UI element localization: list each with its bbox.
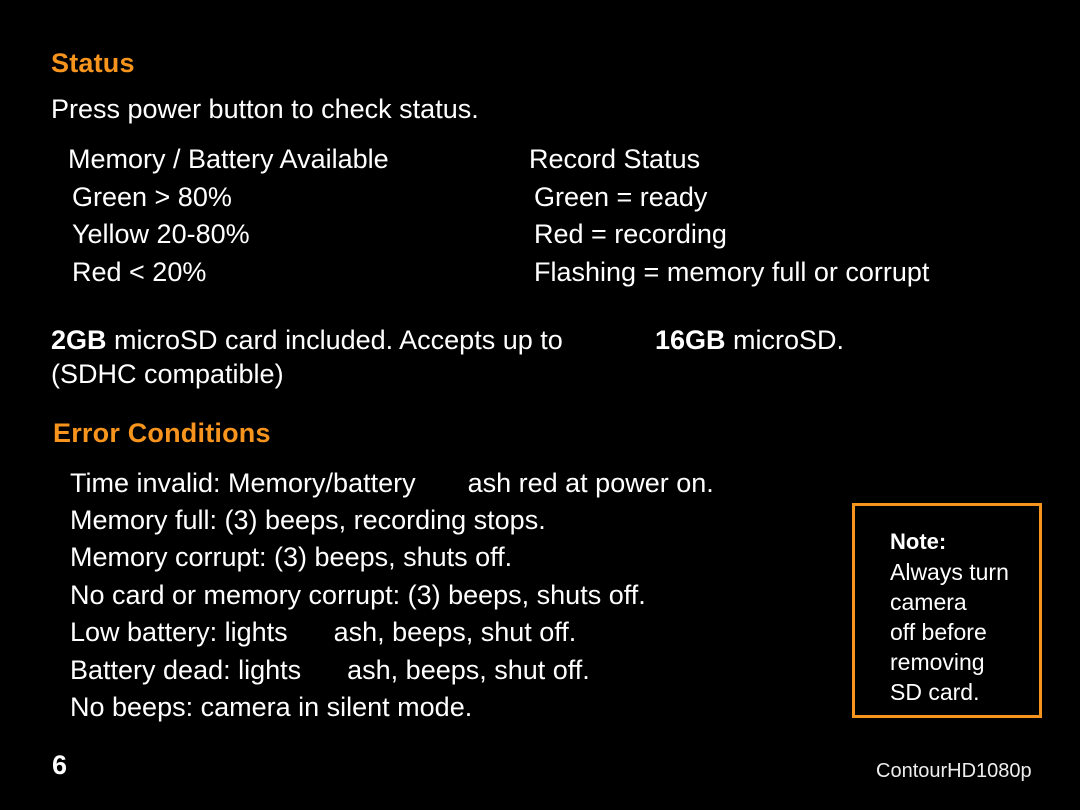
error-item: Low battery: lights ash, beeps, shut off.: [70, 617, 576, 648]
error-item-text-cont: ash, beeps, shut off.: [347, 655, 590, 685]
page-number: 6: [52, 750, 68, 780]
memory-battery-title: Memory / Battery Available: [68, 144, 389, 174]
card-info-line1: 2GB microSD card included. Accepts up to: [51, 325, 563, 356]
error-item-text: Memory full: (3) beeps, recording stops.: [70, 505, 546, 535]
memory-battery-item: Yellow 20-80%: [72, 219, 250, 249]
note-line: removing: [890, 649, 985, 675]
note-line: off before: [890, 619, 987, 645]
record-status-item: Green = ready: [534, 182, 708, 212]
note-line: Always turn: [890, 559, 1009, 585]
error-item-text-cont: ash, beeps, shut off.: [333, 617, 577, 647]
included-card-size: 2GB: [51, 325, 107, 355]
card-info-max: 16GB microSD.: [655, 325, 844, 356]
record-status-item: Red = recording: [534, 219, 727, 249]
error-item-text: Battery dead: lights: [70, 655, 302, 685]
card-info-line2: (SDHC compatible): [51, 359, 284, 389]
error-item: Time invalid: Memory/battery ash red at p…: [70, 468, 714, 499]
error-item: No card or memory corrupt: (3) beeps, sh…: [70, 580, 646, 611]
error-item-text-cont: ash red at power on.: [467, 468, 714, 498]
record-status-item: Flashing = memory full or corrupt: [534, 257, 930, 287]
max-card-text: microSD.: [725, 325, 845, 355]
note-line: SD card.: [890, 679, 980, 705]
max-card-size: 16GB: [655, 325, 726, 355]
memory-battery-item: Green > 80%: [72, 182, 232, 212]
error-item: Memory full: (3) beeps, recording stops.: [70, 505, 546, 536]
error-conditions-heading: Error Conditions: [53, 418, 271, 448]
error-item-text: Low battery: lights: [70, 617, 288, 647]
note-line: camera: [890, 589, 967, 615]
error-item: No beeps: camera in silent mode.: [70, 692, 472, 723]
error-item-text: No beeps: camera in silent mode.: [70, 692, 473, 722]
record-status-title: Record Status: [529, 144, 701, 174]
error-item: Memory corrupt: (3) beeps, shuts off.: [70, 542, 512, 573]
error-item-text: Time invalid: Memory/battery: [70, 468, 416, 498]
note-title: Note:: [890, 529, 947, 554]
error-item-text: Memory corrupt: (3) beeps, shuts off.: [70, 542, 513, 572]
product-name: ContourHD1080p: [876, 760, 1032, 782]
error-item: Battery dead: lights ash, beeps, shut off…: [70, 655, 590, 686]
error-item-text: No card or memory corrupt: (3) beeps, sh…: [70, 580, 646, 610]
status-intro: Press power button to check status.: [51, 94, 479, 124]
included-card-text: microSD card included. Accepts up to: [106, 325, 563, 355]
note-box: Note: Always turn camera off before remo…: [852, 503, 1042, 718]
memory-battery-item: Red < 20%: [72, 257, 207, 287]
status-heading: Status: [51, 48, 135, 78]
